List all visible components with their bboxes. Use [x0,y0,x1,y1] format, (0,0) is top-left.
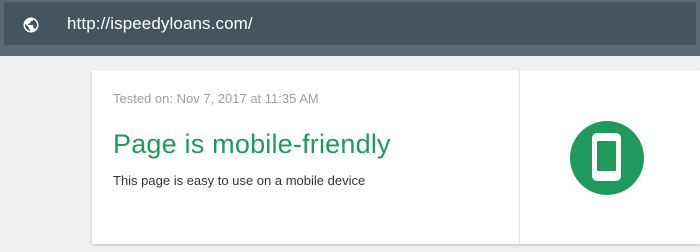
result-card: Tested on: Nov 7, 2017 at 11:35 AM Page … [92,70,700,244]
phone-screen [597,141,616,171]
top-bar: http://ispeedyloans.com/ [0,0,700,56]
url-text[interactable]: http://ispeedyloans.com/ [67,14,253,34]
mobile-friendly-badge [570,121,644,195]
result-summary: Tested on: Nov 7, 2017 at 11:35 AM Page … [92,70,520,244]
url-bar[interactable]: http://ispeedyloans.com/ [4,2,696,45]
result-headline: Page is mobile-friendly [113,129,391,159]
globe-icon [22,16,40,34]
result-description: This page is easy to use on a mobile dev… [113,173,366,188]
mobile-phone-icon [592,133,621,181]
tested-on-timestamp: Tested on: Nov 7, 2017 at 11:35 AM [113,91,319,106]
